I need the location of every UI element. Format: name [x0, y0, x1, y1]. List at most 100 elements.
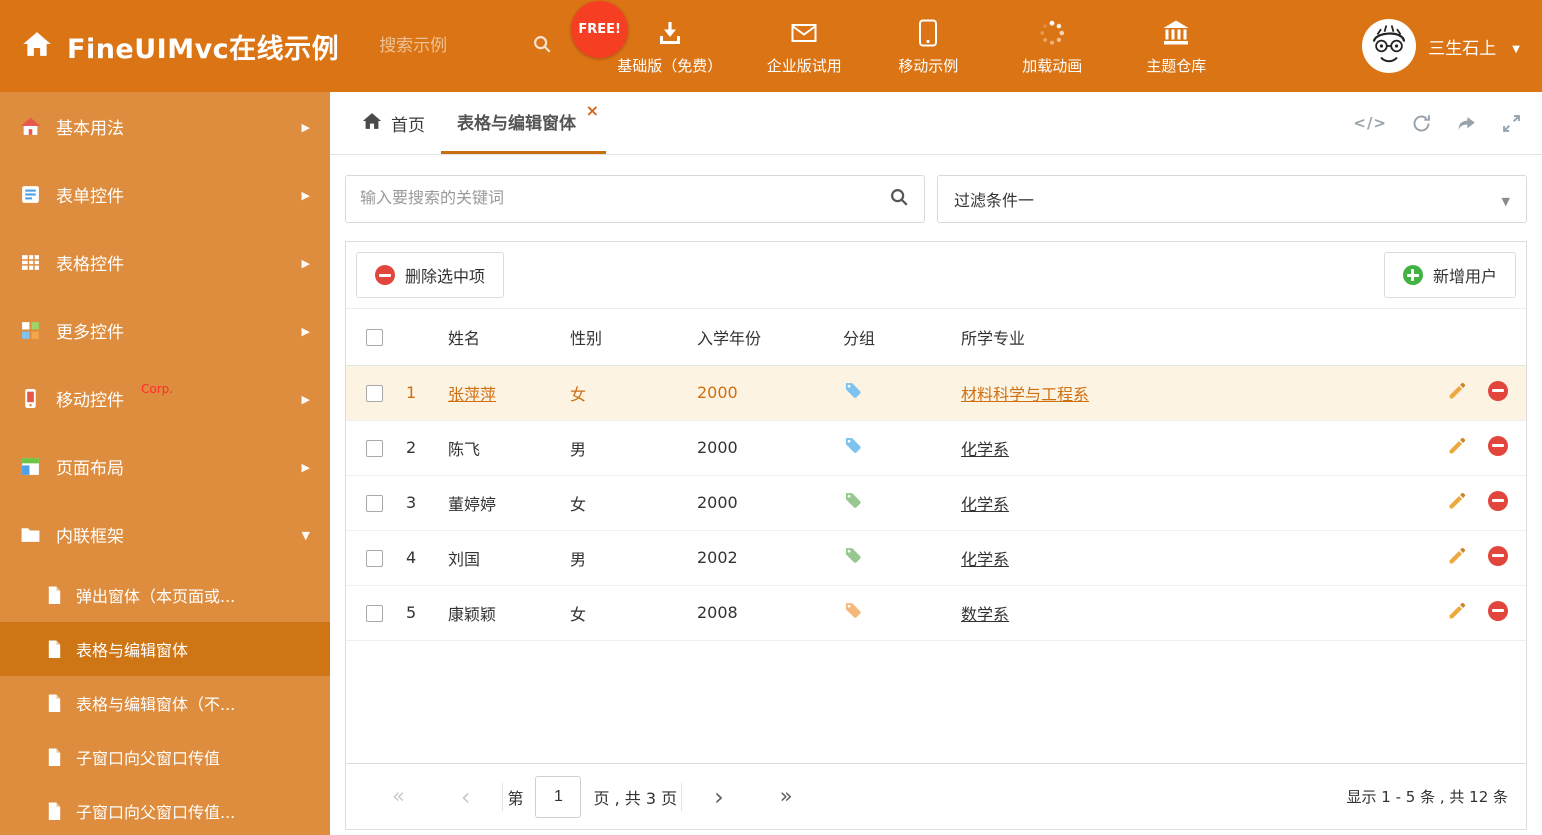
edit-icon[interactable] [1447, 600, 1468, 621]
keyword-search-box [345, 175, 925, 223]
sidebar-item-mobile-controls[interactable]: 移动控件 Corp. [0, 364, 330, 432]
close-icon[interactable] [586, 101, 599, 121]
tab-grid-edit-window[interactable]: 表格与编辑窗体 [441, 92, 606, 154]
search-icon[interactable] [531, 33, 553, 59]
delete-row-icon[interactable] [1488, 600, 1508, 621]
edit-icon[interactable] [1447, 545, 1468, 566]
nav-label: 加载动画 [1022, 56, 1083, 75]
sidebar-item-form-controls[interactable]: 表单控件 [0, 160, 330, 228]
delete-selected-button[interactable]: 删除选中项 [356, 252, 505, 298]
sidebar-subitem-label: 表格与编辑窗体（不... [76, 695, 236, 714]
home-icon [22, 29, 52, 63]
share-icon[interactable] [1456, 113, 1477, 134]
add-button-label: 新增用户 [1432, 269, 1497, 286]
user-menu[interactable]: 三生石上 [1362, 19, 1520, 73]
table-header-row: 姓名 性别 入学年份 分组 所学专业 [346, 309, 1526, 366]
delete-row-icon[interactable] [1488, 490, 1508, 511]
header-search-input[interactable] [379, 36, 520, 56]
filter-dropdown[interactable]: 过滤条件一 [937, 175, 1527, 223]
plus-circle-icon [1402, 265, 1423, 285]
sidebar-item-label: 移动控件 [56, 390, 124, 411]
table-row[interactable]: 5 康颖颖 女 2008 数学系 [346, 585, 1526, 641]
year-cell: 2000 [689, 365, 835, 421]
delete-row-icon[interactable] [1488, 435, 1508, 456]
nav-item-mobile-demo[interactable]: 移动示例 [886, 17, 970, 76]
delete-row-icon[interactable] [1488, 380, 1508, 401]
nav-item-loading-animation[interactable]: 加载动画 [1010, 17, 1094, 76]
delete-button-label: 删除选中项 [405, 269, 486, 286]
chevron-right-icon [302, 184, 310, 204]
first-page-button[interactable] [364, 786, 433, 807]
sidebar-subitem-child-to-parent-2[interactable]: 子窗口向父窗口传值... [0, 784, 330, 835]
chevron-down-icon [302, 524, 310, 544]
row-checkbox[interactable] [366, 495, 383, 512]
delete-row-icon[interactable] [1488, 545, 1508, 566]
users-table: 姓名 性别 入学年份 分组 所学专业 1 张萍萍 女 2000 材料科学与工程系… [346, 309, 1526, 641]
nav-item-theme-repo[interactable]: 主题仓库 [1134, 17, 1218, 76]
sidebar-item-grid-controls[interactable]: 表格控件 [0, 228, 330, 296]
page-number-input[interactable] [535, 775, 582, 818]
edit-icon[interactable] [1447, 435, 1468, 456]
brand[interactable]: FineUIMvc在线示例 [22, 27, 339, 66]
widgets-icon [20, 320, 41, 341]
major-link[interactable]: 材料科学与工程系 [961, 385, 1089, 404]
next-page-button[interactable] [686, 785, 752, 809]
table-row[interactable]: 4 刘国 男 2002 化学系 [346, 530, 1526, 586]
table-row[interactable]: 1 张萍萍 女 2000 材料科学与工程系 [346, 365, 1526, 421]
row-checkbox[interactable] [366, 605, 383, 622]
row-checkbox[interactable] [366, 440, 383, 457]
divider [681, 782, 683, 811]
sidebar-item-more-controls[interactable]: 更多控件 [0, 296, 330, 364]
nav-item-basic-free[interactable]: FREE! 基础版（免费） [571, 0, 723, 76]
sidebar-subitem-grid-edit-window-2[interactable]: 表格与编辑窗体（不... [0, 676, 330, 730]
sidebar-item-label: 更多控件 [56, 322, 124, 343]
name-link[interactable]: 张萍萍 [448, 385, 496, 404]
column-header-group: 分组 [835, 309, 953, 366]
sidebar-subitem-grid-edit-window[interactable]: 表格与编辑窗体 [0, 622, 330, 676]
table-row[interactable]: 2 陈飞 男 2000 化学系 [346, 420, 1526, 476]
sidebar-item-label: 基本用法 [56, 118, 124, 139]
sidebar-item-basic-usage[interactable]: 基本用法 [0, 92, 330, 160]
edit-icon[interactable] [1447, 380, 1468, 401]
prev-page-button[interactable] [433, 785, 499, 809]
file-icon [46, 639, 63, 659]
mobile-icon [20, 388, 41, 409]
sidebar-subitem-popup-window[interactable]: 弹出窗体（本页面或... [0, 568, 330, 622]
table-row[interactable]: 3 董婷婷 女 2000 化学系 [346, 475, 1526, 531]
tag-icon [843, 492, 863, 515]
nav-label: 基础版（免费） [617, 56, 723, 75]
row-index: 1 [398, 365, 440, 421]
app-title: FineUIMvc在线示例 [67, 33, 340, 65]
name-cell: 董婷婷 [440, 475, 562, 531]
sidebar-item-inline-frame[interactable]: 内联框架 [0, 500, 330, 568]
search-icon[interactable] [888, 186, 910, 212]
select-all-checkbox[interactable] [366, 329, 383, 347]
major-link[interactable]: 化学系 [961, 440, 1009, 459]
tab-bar: 首页 表格与编辑窗体 </> [330, 92, 1542, 155]
sidebar-item-label: 页面布局 [56, 458, 124, 479]
sidebar-item-page-layout[interactable]: 页面布局 [0, 432, 330, 500]
major-link[interactable]: 化学系 [961, 550, 1009, 569]
row-checkbox[interactable] [366, 550, 383, 567]
row-checkbox[interactable] [366, 385, 383, 402]
header-search [379, 33, 553, 59]
sidebar-subitem-child-to-parent[interactable]: 子窗口向父窗口传值 [0, 730, 330, 784]
row-index: 5 [398, 585, 440, 641]
download-icon [656, 17, 684, 47]
edit-icon[interactable] [1447, 490, 1468, 511]
avatar[interactable] [1362, 19, 1417, 73]
chevron-right-icon [302, 320, 310, 340]
fullscreen-icon[interactable] [1501, 113, 1522, 134]
major-link[interactable]: 数学系 [961, 605, 1009, 624]
minus-circle-icon [375, 265, 395, 285]
source-code-icon[interactable]: </> [1353, 114, 1387, 132]
refresh-icon[interactable] [1411, 113, 1432, 134]
add-user-button[interactable]: 新增用户 [1383, 252, 1516, 298]
nav-item-enterprise-trial[interactable]: 企业版试用 [762, 17, 846, 76]
folder-icon [20, 524, 41, 545]
file-icon [46, 693, 63, 713]
last-page-button[interactable] [752, 786, 821, 807]
tab-home[interactable]: 首页 [346, 92, 441, 154]
keyword-search-input[interactable] [360, 190, 888, 208]
major-link[interactable]: 化学系 [961, 495, 1009, 514]
